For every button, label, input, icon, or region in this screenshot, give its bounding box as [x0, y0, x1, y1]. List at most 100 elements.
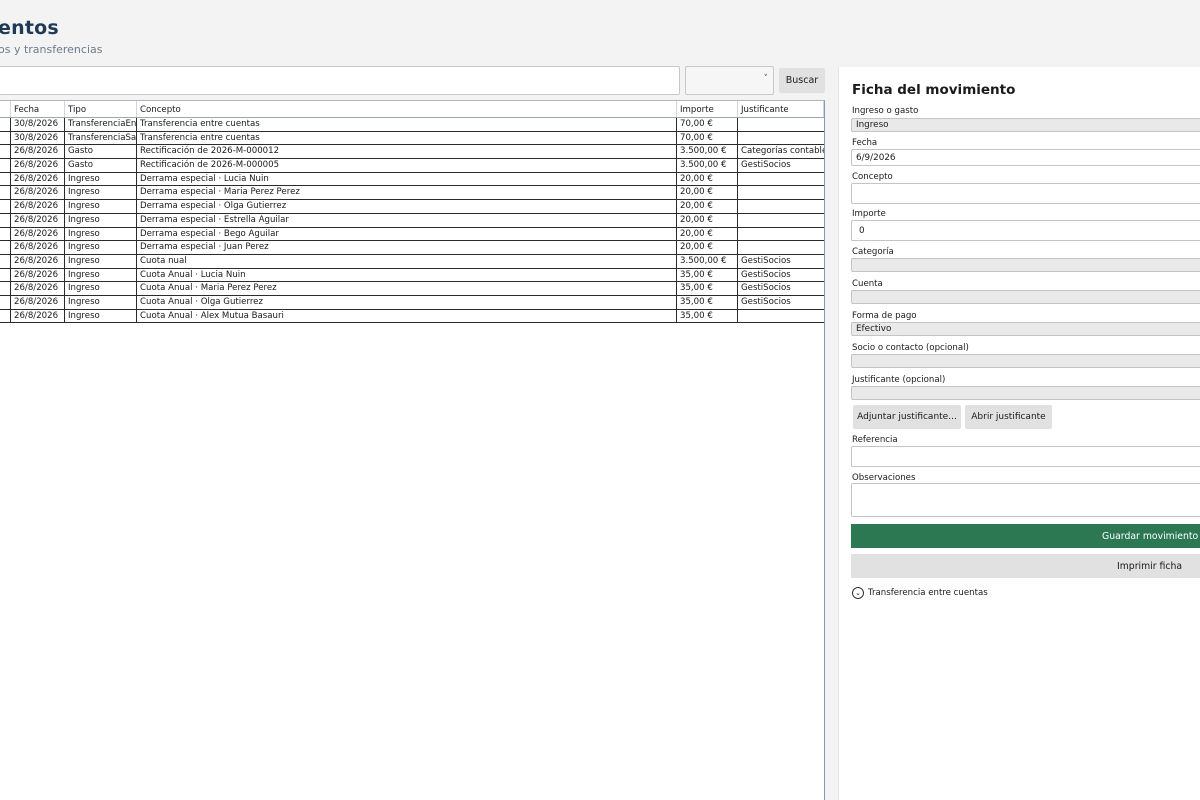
row-selector[interactable]: [0, 227, 11, 241]
observaciones-field[interactable]: [851, 483, 1200, 517]
cell-importe: 3.500,00 €: [677, 254, 738, 268]
categoria-select[interactable]: [851, 258, 1200, 272]
cell-concepto: Cuota Anual · Alex Mutua Basauri: [137, 309, 677, 323]
concepto-label: Concepto: [852, 172, 893, 182]
cell-justificante: Categorías contables: [741, 146, 824, 157]
fecha-label: Fecha: [852, 138, 878, 148]
attach-receipt-button[interactable]: Adjuntar justificante...: [853, 405, 961, 429]
row-selector[interactable]: [0, 145, 11, 159]
table-row[interactable]: 26/8/2026 Ingreso Derrama especial · Lucia…: [0, 172, 824, 187]
socio-select[interactable]: [851, 354, 1200, 368]
row-selector[interactable]: [0, 200, 11, 213]
cell-fecha: 30/8/2026: [11, 118, 65, 131]
cell-tipo: Ingreso: [65, 241, 137, 254]
search-button[interactable]: Buscar: [779, 68, 825, 93]
justificante-label: Justificante (opcional): [852, 375, 946, 385]
cuenta-label: Cuenta: [852, 279, 883, 289]
cell-justificante: [738, 118, 824, 131]
table-row[interactable]: 26/8/2026 Ingreso Derrama especial · Olga …: [0, 200, 824, 214]
row-selector[interactable]: [0, 172, 11, 186]
ingreso-gasto-select[interactable]: Ingreso: [851, 118, 1200, 132]
cell-justificante: GestiSocios: [741, 296, 791, 307]
table-row[interactable]: 26/8/2026 Ingreso Derrama especial · Maria…: [0, 186, 824, 201]
cell-fecha: 26/8/2026: [11, 227, 65, 241]
table-row[interactable]: 26/8/2026 Ingreso Derrama especial · Estre…: [0, 213, 824, 228]
column-header-concepto[interactable]: Concepto: [137, 101, 677, 117]
row-selector[interactable]: [0, 213, 11, 227]
movements-table: Fecha Tipo Concepto Importe Justificante…: [0, 100, 825, 800]
cell-importe: 20,00 €: [677, 227, 738, 241]
row-selector[interactable]: [0, 131, 11, 145]
print-button[interactable]: Imprimir ficha: [851, 554, 1200, 578]
cell-justificante: [738, 173, 824, 186]
cell-justificante: GestiSocios: [741, 269, 791, 280]
cell-tipo: Ingreso: [65, 227, 137, 241]
importe-field[interactable]: 0: [851, 220, 1200, 241]
cell-concepto: Transferencia entre cuentas: [137, 118, 677, 131]
row-selector[interactable]: [0, 295, 11, 309]
transfer-expander[interactable]: ⌄ Transferencia entre cuentas: [852, 587, 988, 599]
table-row[interactable]: 26/8/2026 Ingreso Cuota Anual · Alex Mutua…: [0, 309, 824, 324]
cell-concepto: Cuota nual: [137, 254, 677, 268]
row-selector[interactable]: [0, 118, 11, 131]
cell-justificante: GestiSocios: [741, 283, 791, 294]
column-header-tipo[interactable]: Tipo: [65, 101, 137, 117]
cell-fecha: 26/8/2026: [11, 282, 65, 295]
table-row[interactable]: 26/8/2026 Ingreso Cuota nual 3.500,00 € Gest…: [0, 254, 824, 269]
table-row[interactable]: 26/8/2026 Ingreso Cuota Anual · Olga Gutie…: [0, 295, 824, 310]
ingreso-gasto-label: Ingreso o gasto: [852, 106, 919, 116]
fecha-field[interactable]: 6/9/2026: [851, 149, 1200, 166]
row-selector[interactable]: [0, 254, 11, 268]
cell-justificante: GestiSocios: [741, 160, 791, 171]
table-row[interactable]: 26/8/2026 Ingreso Cuota Anual · Maria Pere…: [0, 282, 824, 296]
row-selector[interactable]: [0, 282, 11, 295]
cell-fecha: 26/8/2026: [11, 213, 65, 227]
column-header-fecha[interactable]: Fecha: [11, 101, 65, 117]
cell-importe: 20,00 €: [677, 186, 738, 200]
filter-select[interactable]: ˅: [685, 66, 774, 95]
column-header-importe[interactable]: Importe: [677, 101, 738, 117]
cell-concepto: Derrama especial · Bego Aguilar: [137, 227, 677, 241]
table-row[interactable]: 26/8/2026 Gasto Rectificación de 2026-M-00…: [0, 159, 824, 173]
column-header-justificante[interactable]: Justificante: [738, 101, 824, 117]
table-row[interactable]: 26/8/2026 Ingreso Cuota Anual · Lucia Nuin…: [0, 268, 824, 283]
panel-title: Ficha del movimiento: [852, 82, 1016, 98]
table-header: Fecha Tipo Concepto Importe Justificante: [0, 101, 824, 118]
cell-tipo: Ingreso: [65, 309, 137, 323]
table-row[interactable]: 26/8/2026 Ingreso Derrama especial · Bego …: [0, 227, 824, 242]
forma-pago-select[interactable]: Efectivo: [851, 322, 1200, 336]
cell-justificante: [738, 310, 824, 323]
row-selector[interactable]: [0, 309, 11, 323]
cell-tipo: Ingreso: [65, 295, 137, 309]
referencia-field[interactable]: [851, 446, 1200, 467]
open-receipt-button[interactable]: Abrir justificante: [965, 405, 1052, 429]
cell-concepto: Derrama especial · Olga Gutierrez: [137, 200, 677, 213]
concepto-field[interactable]: [851, 183, 1200, 204]
cell-tipo: Gasto: [65, 159, 137, 172]
cell-concepto: Transferencia entre cuentas: [137, 131, 677, 145]
cell-concepto: Derrama especial · Lucia Nuin: [137, 172, 677, 186]
cuenta-select[interactable]: [851, 290, 1200, 304]
table-row[interactable]: 30/8/2026TransferenciaSalidTransferencia…: [0, 131, 824, 146]
cell-justificante: [738, 241, 824, 254]
column-header-select[interactable]: [0, 101, 11, 117]
row-selector[interactable]: [0, 268, 11, 282]
save-button[interactable]: Guardar movimiento: [851, 524, 1200, 548]
row-selector[interactable]: [0, 186, 11, 200]
cell-fecha: 26/8/2026: [11, 159, 65, 172]
cell-fecha: 26/8/2026: [11, 254, 65, 268]
cell-justificante: GestiSocios: [741, 255, 791, 266]
referencia-label: Referencia: [852, 435, 898, 445]
cell-tipo: Ingreso: [65, 213, 137, 227]
row-selector[interactable]: [0, 159, 11, 172]
cell-concepto: Derrama especial · Maria Perez Perez: [137, 186, 677, 200]
cell-fecha: 26/8/2026: [11, 200, 65, 213]
table-row[interactable]: 30/8/2026 TransferenciaEntr Transferencia …: [0, 118, 824, 132]
cell-fecha: 26/8/2026: [11, 145, 65, 159]
justificante-select[interactable]: [851, 386, 1200, 400]
table-body: 30/8/2026 TransferenciaEntr Transferencia …: [0, 118, 824, 324]
table-row[interactable]: 26/8/2026 Gasto Rectificación de 2026-M-00…: [0, 145, 824, 160]
search-input[interactable]: [0, 66, 680, 95]
row-selector[interactable]: [0, 241, 11, 254]
table-row[interactable]: 26/8/2026 Ingreso Derrama especial · Juan …: [0, 241, 824, 255]
